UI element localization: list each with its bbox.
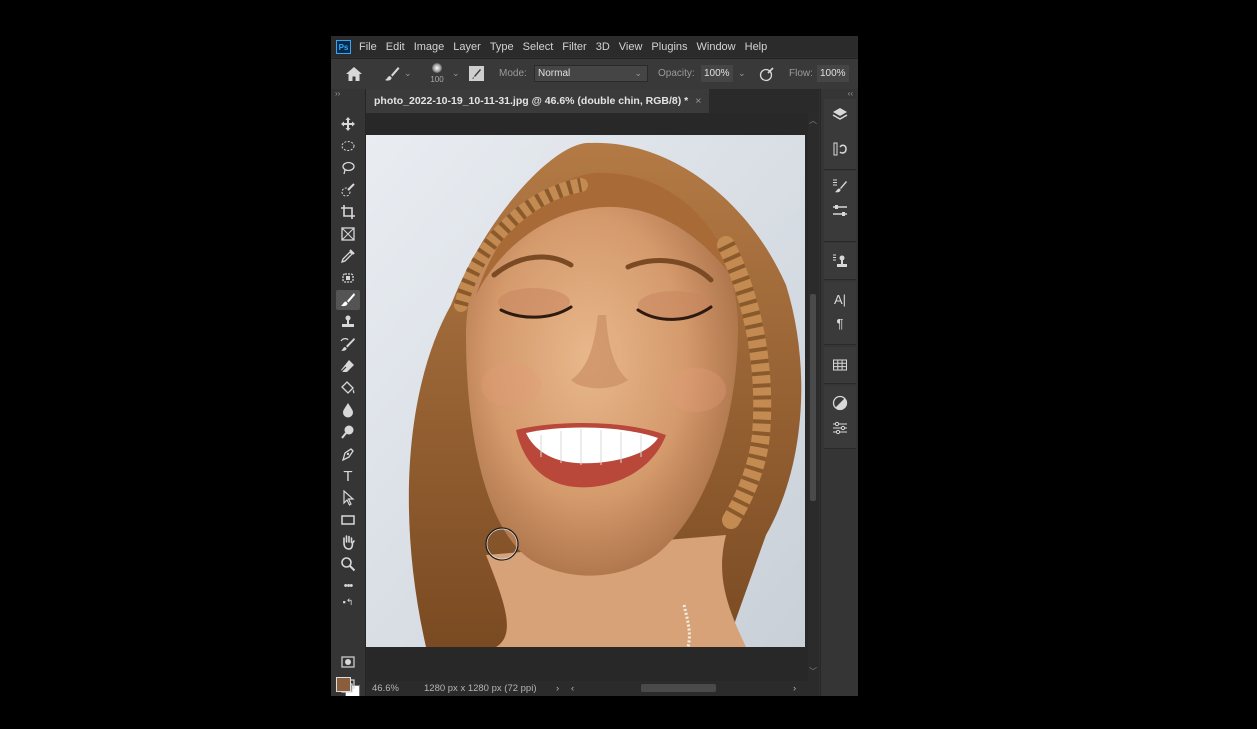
flow-input[interactable]: 100% <box>817 65 849 82</box>
swap-colors-icon[interactable]: ▪↰ <box>336 596 360 608</box>
scroll-thumb[interactable] <box>810 294 816 501</box>
brush-tool-preset-icon[interactable] <box>383 66 401 82</box>
document-dimensions: 1280 px x 1280 px (72 ppi) <box>424 683 537 694</box>
chevron-down-icon[interactable]: ⌄ <box>452 68 460 79</box>
panel-group-3 <box>824 243 856 280</box>
menu-select[interactable]: Select <box>523 41 554 53</box>
photoshop-logo[interactable]: Ps <box>336 39 351 54</box>
chevron-down-icon[interactable]: ⌄ <box>404 68 412 79</box>
path-select-icon[interactable] <box>336 488 360 508</box>
menu-filter[interactable]: Filter <box>562 41 586 53</box>
panel-group-1 <box>824 99 856 170</box>
right-panel-dock: ‹‹ A| ¶ <box>820 89 858 696</box>
adjustments-icon[interactable] <box>832 395 848 411</box>
frame-icon[interactable] <box>336 224 360 244</box>
libraries-icon[interactable] <box>832 420 848 436</box>
scroll-left-icon[interactable]: ‹ <box>571 683 574 694</box>
layers-icon[interactable] <box>832 106 848 122</box>
quick-select-icon[interactable] <box>336 180 360 200</box>
opacity-label: Opacity: <box>658 68 695 79</box>
mode-select[interactable]: Normal ⌄ <box>534 65 648 82</box>
status-bar: 46.6% 1280 px x 1280 px (72 ppi) › ‹ › <box>366 681 819 696</box>
brush-icon[interactable] <box>336 290 360 310</box>
zoom-icon[interactable] <box>336 554 360 574</box>
close-icon[interactable]: × <box>695 95 701 107</box>
foreground-color-swatch[interactable] <box>336 677 351 692</box>
chevron-down-icon: ⌄ <box>634 68 642 78</box>
character-icon[interactable]: A| <box>832 292 848 308</box>
brush-size: 100 <box>430 75 444 84</box>
panel-group-5 <box>824 347 856 384</box>
menu-image[interactable]: Image <box>414 41 445 53</box>
blur-icon[interactable] <box>336 400 360 420</box>
mode-label: Mode: <box>499 68 527 79</box>
home-icon[interactable] <box>345 66 363 82</box>
brush-preset-picker[interactable]: 100 <box>428 62 446 88</box>
brush-settings-toggle-icon[interactable] <box>469 66 484 81</box>
document-tab-bar: photo_2022-10-19_10-11-31.jpg @ 46.6% (d… <box>366 89 819 113</box>
quick-mask-icon[interactable] <box>336 652 360 672</box>
menu-layer[interactable]: Layer <box>453 41 481 53</box>
hand-icon[interactable] <box>336 532 360 552</box>
panel-group-4: A| ¶ <box>824 282 856 345</box>
swatches-grid-icon[interactable] <box>832 357 848 373</box>
menu-help[interactable]: Help <box>745 41 768 53</box>
properties-icon[interactable] <box>832 203 848 219</box>
mode-value: Normal <box>538 68 571 79</box>
status-menu-arrow-icon[interactable]: › <box>556 683 559 694</box>
document-tab[interactable]: photo_2022-10-19_10-11-31.jpg @ 46.6% (d… <box>366 89 710 113</box>
photoshop-window: Ps File Edit Image Layer Type Select Fil… <box>331 36 858 696</box>
menu-bar: Ps File Edit Image Layer Type Select Fil… <box>331 36 858 57</box>
healing-icon[interactable] <box>336 268 360 288</box>
menu-window[interactable]: Window <box>697 41 736 53</box>
horizontal-scroll-thumb[interactable] <box>641 684 716 692</box>
scroll-down-icon[interactable]: ﹀ <box>809 666 817 677</box>
opacity-input[interactable]: 100% <box>701 65 733 82</box>
stamp-icon[interactable] <box>336 312 360 332</box>
menu-type[interactable]: Type <box>490 41 514 53</box>
marquee-icon[interactable] <box>336 136 360 156</box>
brush-settings-icon[interactable] <box>832 178 848 194</box>
more-tools-icon[interactable]: ••• <box>336 576 360 596</box>
tools-panel: ›› T ••• ▪↰ <box>331 89 366 696</box>
history-brush-icon[interactable] <box>336 334 360 354</box>
collapse-icon[interactable]: ‹‹ <box>848 89 853 98</box>
brush-tip-icon <box>432 63 442 73</box>
chevron-down-icon[interactable]: ⌄ <box>738 68 746 79</box>
crop-icon[interactable] <box>336 202 360 222</box>
document-tab-title: photo_2022-10-19_10-11-31.jpg @ 46.6% (d… <box>374 95 689 107</box>
lasso-icon[interactable] <box>336 158 360 178</box>
move-icon[interactable] <box>336 114 360 134</box>
collapse-icon[interactable]: ›› <box>335 89 340 98</box>
eraser-icon[interactable] <box>336 356 360 376</box>
zoom-level[interactable]: 46.6% <box>372 683 399 694</box>
panel-group-6 <box>824 386 856 449</box>
rectangle-icon[interactable] <box>336 510 360 530</box>
menu-3d[interactable]: 3D <box>596 41 610 53</box>
airbrush-icon[interactable] <box>759 66 775 82</box>
panel-group-2 <box>824 171 856 242</box>
pen-icon[interactable] <box>336 444 360 464</box>
history-icon[interactable] <box>832 141 848 157</box>
menu-edit[interactable]: Edit <box>386 41 405 53</box>
type-icon[interactable]: T <box>336 466 360 486</box>
menu-file[interactable]: File <box>359 41 377 53</box>
scroll-up-icon[interactable]: ︿ <box>809 115 817 126</box>
canvas-area[interactable] <box>366 113 808 681</box>
paragraph-icon[interactable]: ¶ <box>832 316 848 332</box>
menu-view[interactable]: View <box>619 41 643 53</box>
scroll-right-icon[interactable]: › <box>793 683 796 694</box>
document-image[interactable] <box>366 135 805 647</box>
menu-plugins[interactable]: Plugins <box>651 41 687 53</box>
clone-source-icon[interactable] <box>832 253 848 269</box>
vertical-scrollbar[interactable]: ︿ ﹀ <box>808 113 819 681</box>
paint-bucket-icon[interactable] <box>336 378 360 398</box>
dodge-icon[interactable] <box>336 422 360 442</box>
options-bar: ⌄ 100 ⌄ Mode: Normal ⌄ Opacity: 100% ⌄ F… <box>331 58 858 90</box>
eyedropper-icon[interactable] <box>336 246 360 266</box>
flow-label: Flow: <box>789 68 813 79</box>
